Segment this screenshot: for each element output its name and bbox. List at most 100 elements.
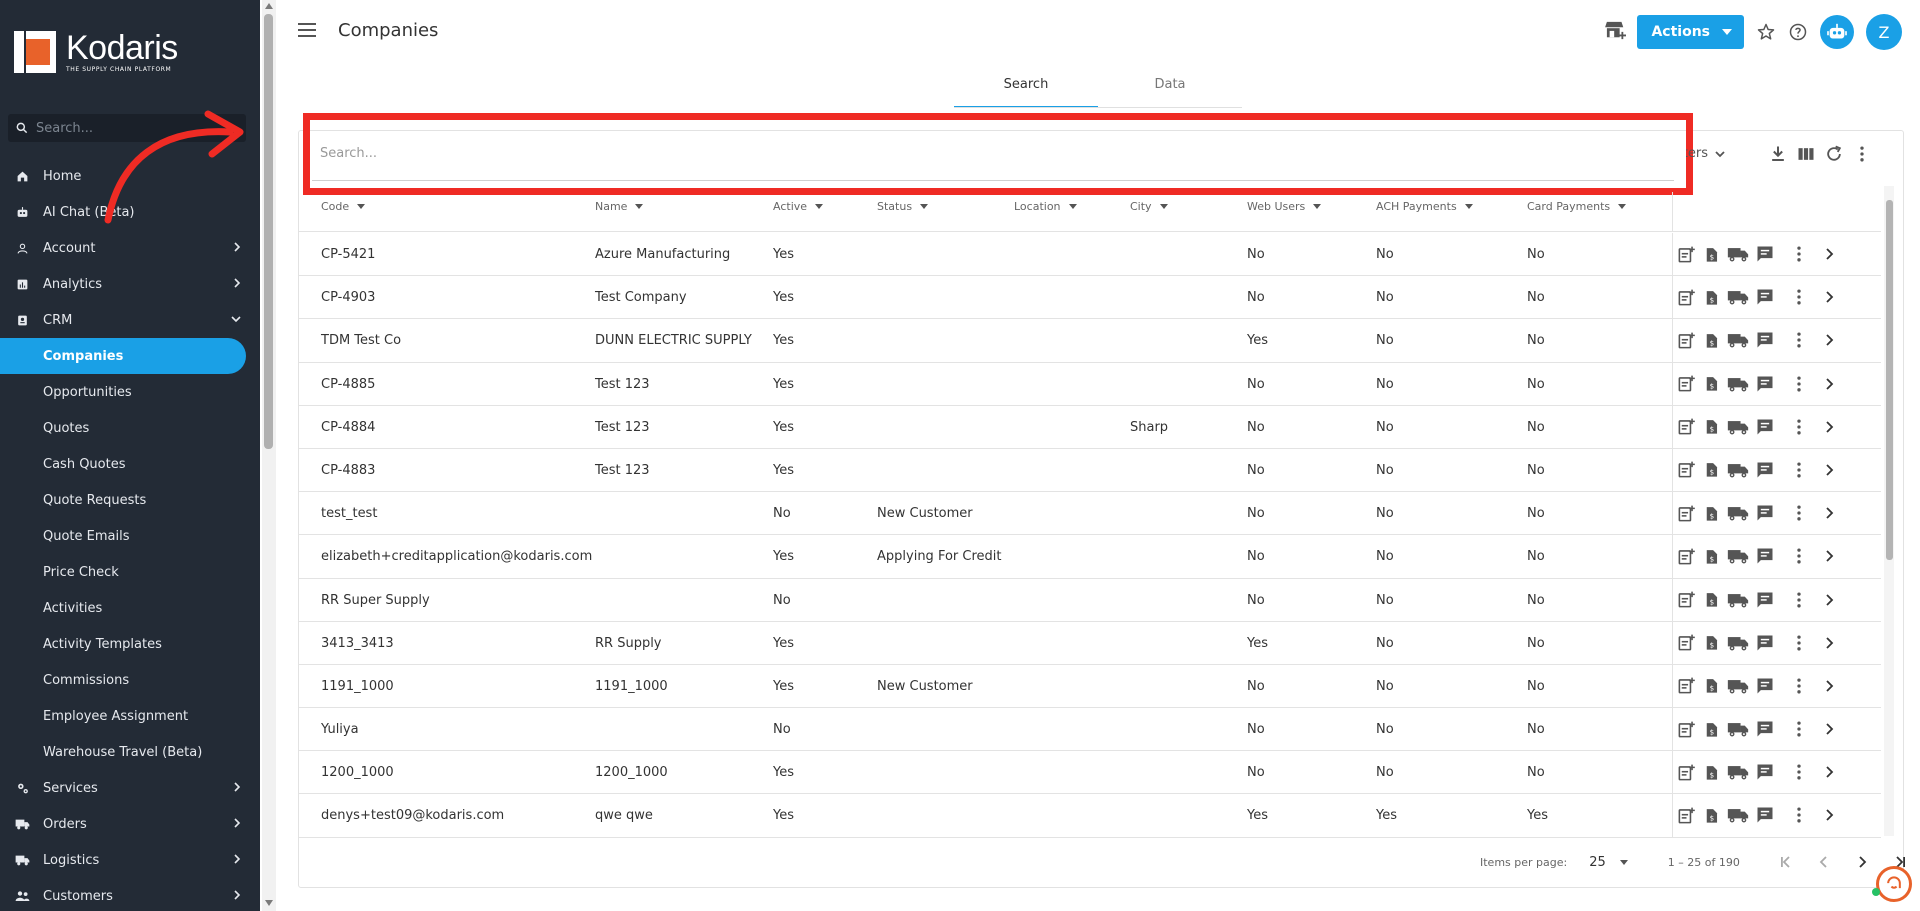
more-vert-icon[interactable]	[1789, 244, 1809, 264]
more-vert-icon[interactable]	[1789, 633, 1809, 653]
chevron-right-icon[interactable]	[1821, 764, 1837, 780]
column-header-code[interactable]: Code	[321, 200, 366, 213]
comment-icon[interactable]	[1755, 762, 1775, 782]
search-input[interactable]	[320, 146, 1620, 161]
kodaris-logo[interactable]: Kodaris THE SUPPLY CHAIN PLATFORM	[14, 31, 178, 73]
chevron-right-icon[interactable]	[1821, 505, 1837, 521]
more-vert-icon[interactable]	[1789, 590, 1809, 610]
hamburger-menu-icon[interactable]	[298, 22, 316, 41]
items-per-page-select[interactable]: 25	[1589, 855, 1628, 870]
payment-doc-icon[interactable]: $	[1702, 676, 1721, 695]
shipping-truck-icon[interactable]	[1727, 591, 1749, 609]
table-row[interactable]: CP-4903 Test Company Yes No No No $	[299, 276, 1881, 320]
chevron-right-icon[interactable]	[1821, 246, 1837, 262]
shipping-truck-icon[interactable]	[1727, 634, 1749, 652]
sidebar-item-orders[interactable]: Orders	[0, 806, 260, 842]
more-vert-icon[interactable]	[1789, 374, 1809, 394]
table-row[interactable]: test_test No New Customer No No No $	[299, 492, 1881, 536]
more-vert-icon[interactable]	[1789, 719, 1809, 739]
table-row[interactable]: CP-5421 Azure Manufacturing Yes No No No $	[299, 233, 1881, 277]
chevron-right-icon[interactable]	[1821, 376, 1837, 392]
columns-icon[interactable]	[1796, 144, 1816, 164]
more-vert-icon[interactable]	[1852, 144, 1872, 164]
more-vert-icon[interactable]	[1789, 417, 1809, 437]
tab-search[interactable]: Search	[954, 72, 1098, 108]
more-vert-icon[interactable]	[1789, 805, 1809, 825]
add-note-icon[interactable]	[1677, 547, 1696, 566]
chevron-right-icon[interactable]	[1821, 807, 1837, 823]
table-row[interactable]: 3413_3413 RR Supply Yes Yes No No $	[299, 621, 1881, 665]
shipping-truck-icon[interactable]	[1727, 375, 1749, 393]
chevron-right-icon[interactable]	[1821, 678, 1837, 694]
table-row[interactable]: CP-4885 Test 123 Yes No No No $	[299, 362, 1881, 406]
shipping-truck-icon[interactable]	[1727, 504, 1749, 522]
shipping-truck-icon[interactable]	[1727, 288, 1749, 306]
comment-icon[interactable]	[1755, 590, 1775, 610]
actions-button[interactable]: Actions	[1637, 15, 1744, 49]
table-row[interactable]: CP-4883 Test 123 Yes No No No $	[299, 448, 1881, 493]
add-note-icon[interactable]	[1677, 331, 1696, 350]
shipping-truck-icon[interactable]	[1727, 245, 1749, 263]
table-scrollbar-thumb[interactable]	[1886, 200, 1893, 560]
sidebar-item-account[interactable]: Account	[0, 230, 260, 266]
add-note-icon[interactable]	[1677, 633, 1696, 652]
sidebar-item-analytics[interactable]: Analytics	[0, 266, 260, 302]
add-note-icon[interactable]	[1677, 504, 1696, 523]
add-note-icon[interactable]	[1677, 590, 1696, 609]
add-store-icon[interactable]	[1605, 20, 1627, 44]
sidebar-item-companies[interactable]: Companies	[0, 338, 246, 374]
first-page-icon[interactable]	[1778, 854, 1794, 870]
table-row[interactable]: 1200_1000 1200_1000 Yes No No No $	[299, 751, 1881, 795]
comment-icon[interactable]	[1755, 633, 1775, 653]
add-note-icon[interactable]	[1677, 806, 1696, 825]
more-vert-icon[interactable]	[1789, 762, 1809, 782]
payment-doc-icon[interactable]: $	[1702, 806, 1721, 825]
comment-icon[interactable]	[1755, 503, 1775, 523]
shipping-truck-icon[interactable]	[1727, 806, 1749, 824]
payment-doc-icon[interactable]: $	[1702, 460, 1721, 479]
add-note-icon[interactable]	[1677, 460, 1696, 479]
more-vert-icon[interactable]	[1789, 287, 1809, 307]
previous-page-icon[interactable]	[1816, 854, 1832, 870]
table-row[interactable]: TDM Test Co DUNN ELECTRIC SUPPLY Yes Yes No N…	[299, 319, 1881, 363]
column-header-city[interactable]: City	[1130, 200, 1168, 213]
comment-icon[interactable]	[1755, 244, 1775, 264]
sidebar-item-customers[interactable]: Customers	[0, 878, 260, 911]
comment-icon[interactable]	[1755, 374, 1775, 394]
column-header-active[interactable]: Active	[773, 200, 824, 213]
add-note-icon[interactable]	[1677, 245, 1696, 264]
table-row[interactable]: elizabeth+creditapplication@kodaris.com Y…	[299, 535, 1881, 579]
payment-doc-icon[interactable]: $	[1702, 374, 1721, 393]
payment-doc-icon[interactable]: $	[1702, 720, 1721, 739]
sidebar-search-input[interactable]	[36, 120, 236, 136]
column-header-name[interactable]: Name	[595, 200, 644, 213]
refresh-icon[interactable]	[1824, 144, 1844, 164]
sidebar-item-services[interactable]: Services	[0, 770, 260, 806]
download-icon[interactable]	[1768, 144, 1788, 164]
payment-doc-icon[interactable]: $	[1702, 417, 1721, 436]
column-header-status[interactable]: Status	[877, 200, 929, 213]
payment-doc-icon[interactable]: $	[1702, 245, 1721, 264]
ai-bot-icon[interactable]	[1820, 15, 1854, 49]
add-note-icon[interactable]	[1677, 374, 1696, 393]
sidebar-item-quotes[interactable]: Quotes	[0, 410, 260, 446]
chat-support-icon[interactable]	[1876, 866, 1912, 902]
chevron-right-icon[interactable]	[1821, 419, 1837, 435]
table-row[interactable]: denys+test09@kodaris.com qwe qwe Yes Yes Yes…	[299, 794, 1881, 838]
more-vert-icon[interactable]	[1789, 546, 1809, 566]
sidebar-item-commissions[interactable]: Commissions	[0, 662, 260, 698]
table-row[interactable]: RR Super Supply No No No No $	[299, 578, 1881, 622]
sidebar-item-employee-assignment[interactable]: Employee Assignment	[0, 698, 260, 734]
add-note-icon[interactable]	[1677, 763, 1696, 782]
sidebar-item-quote-emails[interactable]: Quote Emails	[0, 518, 260, 554]
more-vert-icon[interactable]	[1789, 503, 1809, 523]
chevron-right-icon[interactable]	[1821, 289, 1837, 305]
add-note-icon[interactable]	[1677, 676, 1696, 695]
shipping-truck-icon[interactable]	[1727, 547, 1749, 565]
comment-icon[interactable]	[1755, 546, 1775, 566]
sidebar-item-opportunities[interactable]: Opportunities	[0, 374, 260, 410]
filters-button[interactable]: Filters	[1686, 146, 1726, 161]
shipping-truck-icon[interactable]	[1727, 461, 1749, 479]
shipping-truck-icon[interactable]	[1727, 677, 1749, 695]
chevron-right-icon[interactable]	[1821, 635, 1837, 651]
